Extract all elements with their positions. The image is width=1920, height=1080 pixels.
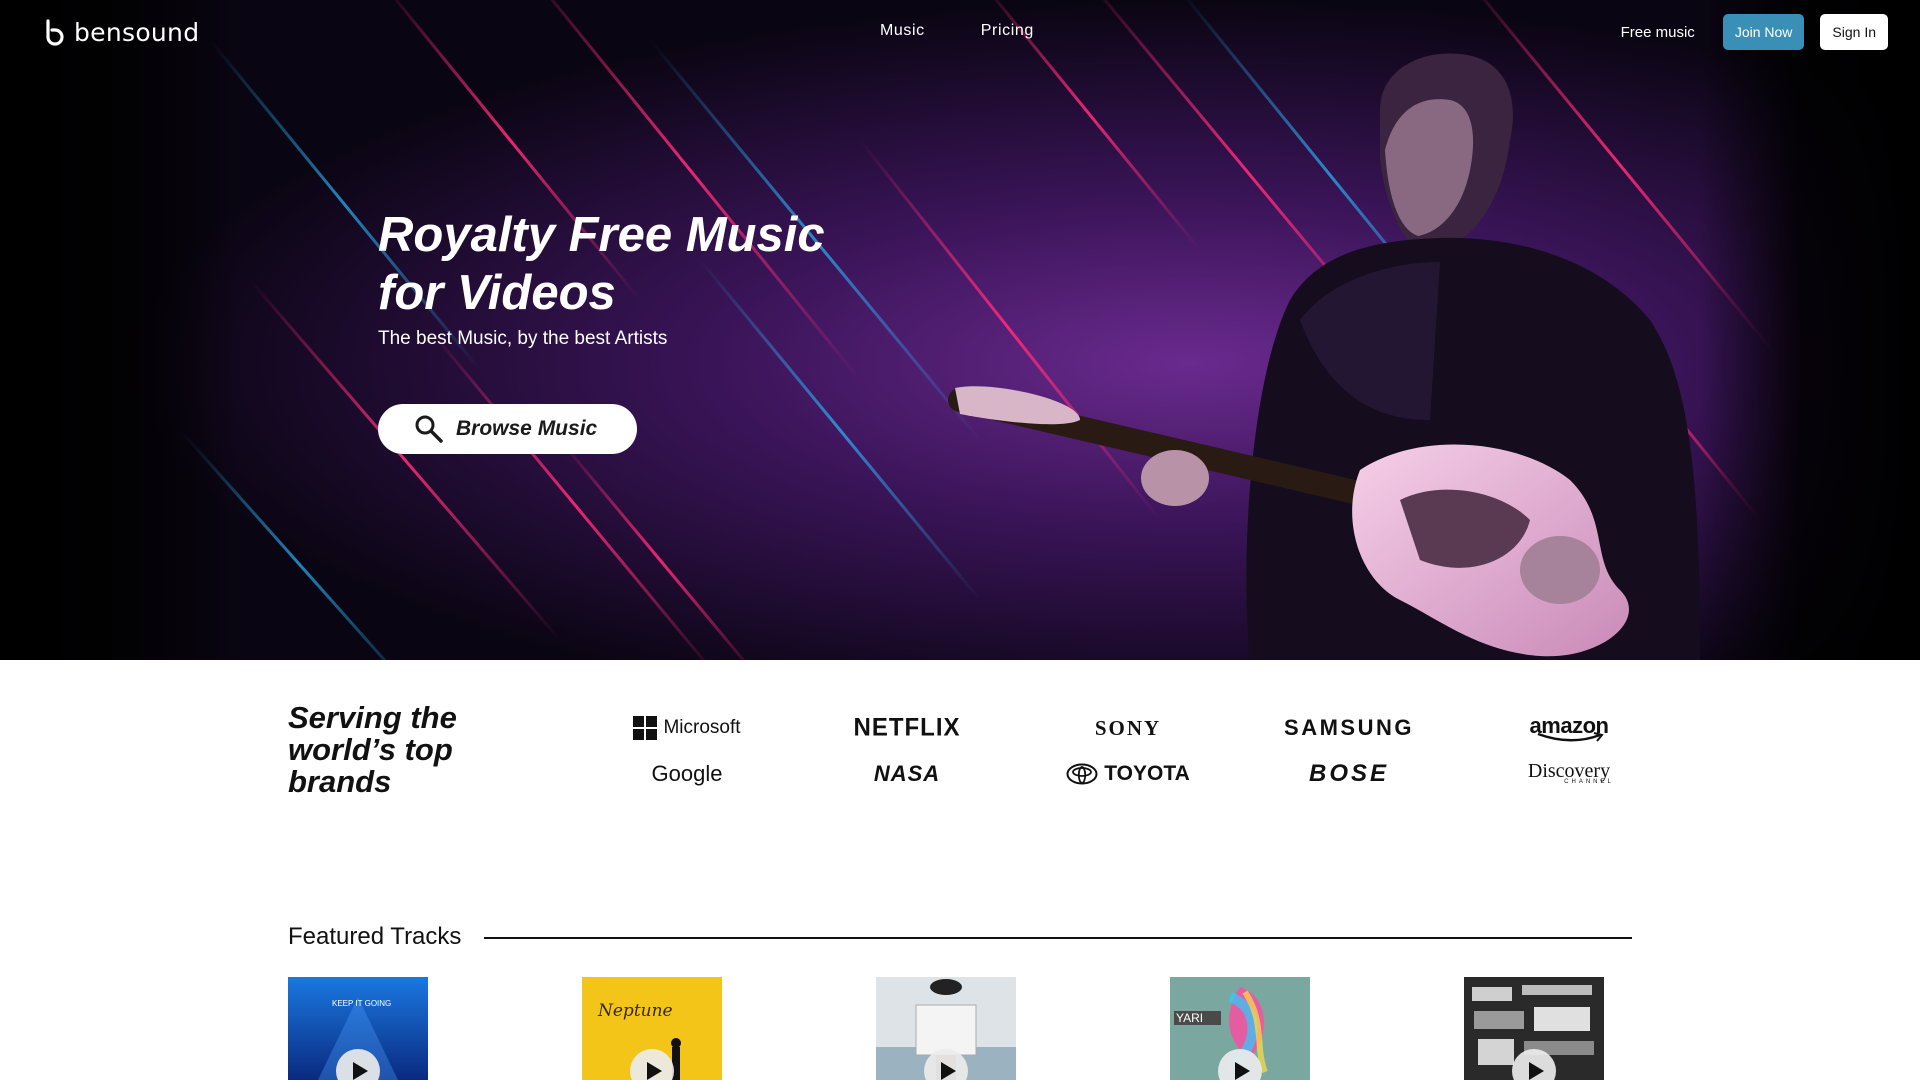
featured-tracks-heading: Featured Tracks bbox=[288, 923, 462, 950]
hero-section: Royalty Free Music for Videos The best M… bbox=[0, 0, 1920, 660]
brands-heading-line1: Serving the bbox=[288, 700, 457, 735]
join-now-button[interactable]: Join Now bbox=[1722, 14, 1805, 50]
discovery-logo-subtext: CHANNEL bbox=[1564, 778, 1614, 785]
brands-heading-line3: brands bbox=[288, 764, 392, 799]
hero-title-line2: for Videos bbox=[378, 266, 616, 320]
main-nav: Music Pricing bbox=[880, 22, 1034, 40]
track-card-4[interactable]: YARI bbox=[1170, 977, 1310, 1080]
track-cover-1-text: KEEP IT GOING bbox=[332, 999, 392, 1008]
sony-logo: SONY bbox=[1094, 715, 1162, 740]
brands-heading: Serving the world’s top brands bbox=[288, 702, 508, 798]
hero-left-shade bbox=[0, 0, 240, 660]
browse-music-label: Browse Music bbox=[456, 417, 598, 440]
toyota-emblem-icon bbox=[1066, 763, 1098, 785]
logo-text: bensound bbox=[74, 18, 200, 47]
nav-link-music[interactable]: Music bbox=[880, 22, 925, 40]
toyota-logo-text: TOYOTA bbox=[1104, 762, 1190, 785]
nav-link-pricing[interactable]: Pricing bbox=[981, 22, 1034, 40]
browse-music-button[interactable]: Browse Music bbox=[378, 404, 637, 454]
hero-copy: Royalty Free Music for Videos The best M… bbox=[378, 206, 898, 350]
search-icon bbox=[415, 415, 443, 443]
google-logo: Google bbox=[651, 761, 723, 786]
microsoft-logo: Microsoft bbox=[602, 712, 772, 744]
nasa-logo: NASA bbox=[873, 761, 941, 786]
hero-right-shade bbox=[1700, 0, 1920, 660]
samsung-logo: SAMSUNG bbox=[1284, 715, 1414, 740]
featured-divider bbox=[484, 937, 1632, 939]
hero-subtitle: The best Music, by the best Artists bbox=[378, 328, 668, 349]
hero-title-line1: Royalty Free Music bbox=[378, 208, 825, 262]
free-music-link[interactable]: Free music bbox=[1621, 24, 1695, 41]
top-navbar: bensound Music Pricing Free music Join N… bbox=[0, 0, 1920, 64]
bensound-logo[interactable]: bensound bbox=[44, 18, 199, 47]
track-cover-4-text: YARI bbox=[1174, 1011, 1222, 1025]
hero-title: Royalty Free Music for Videos bbox=[378, 206, 898, 322]
discovery-logo: Discovery CHANNEL bbox=[1484, 756, 1654, 788]
brands-heading-line2: world’s top bbox=[288, 732, 453, 767]
nav-actions: Free music Join Now Sign In bbox=[1621, 14, 1888, 50]
track-card-5[interactable] bbox=[1464, 977, 1604, 1080]
amazon-logo: amazon bbox=[1484, 710, 1654, 742]
bose-logo: BOSE bbox=[1308, 760, 1389, 787]
bensound-logo-icon bbox=[46, 18, 64, 46]
sign-in-button[interactable]: Sign In bbox=[1820, 14, 1888, 50]
microsoft-logo-text: Microsoft bbox=[663, 717, 741, 738]
microsoft-grid-icon bbox=[633, 716, 658, 740]
track-card-1[interactable]: KEEP IT GOING bbox=[288, 977, 428, 1080]
amazon-smile-icon bbox=[1537, 732, 1604, 742]
track-cover-2-text: Neptune bbox=[598, 1001, 673, 1021]
hero-background-image bbox=[0, 0, 1920, 660]
track-card-2[interactable]: Neptune bbox=[582, 977, 722, 1080]
netflix-logo: NETFLIX bbox=[853, 713, 961, 742]
track-card-3[interactable] bbox=[876, 977, 1016, 1080]
toyota-logo: TOYOTA bbox=[1043, 758, 1213, 790]
